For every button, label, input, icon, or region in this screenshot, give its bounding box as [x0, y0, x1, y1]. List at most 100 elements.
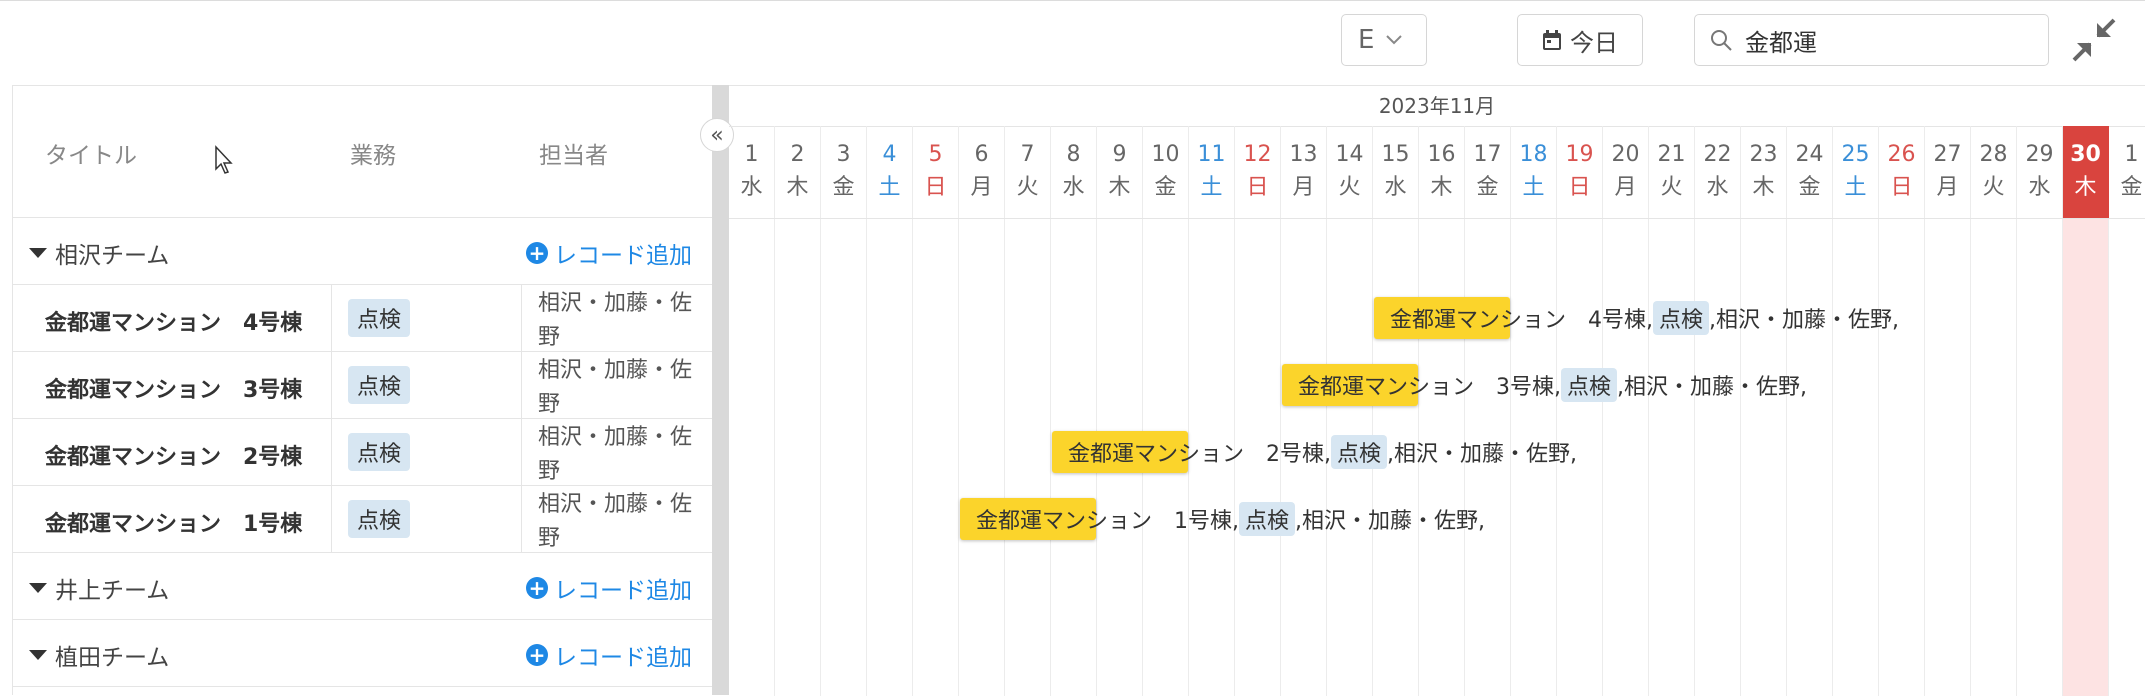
day-column: 8水 [1051, 126, 1097, 696]
weekday-label: 水 [740, 175, 763, 200]
weekday-label: 日 [1246, 175, 1269, 200]
column-title[interactable]: タイトル [45, 136, 137, 170]
weekday-label: 土 [1200, 175, 1223, 200]
plus-circle-icon: + [526, 242, 548, 264]
add-record-label: レコード追加 [554, 578, 692, 604]
day-number: 14 [1335, 142, 1364, 167]
group-toggle[interactable]: 井上チーム [29, 571, 169, 605]
day-column: 15 水 [1373, 126, 1419, 696]
table-row[interactable]: 金都運マンション 1号棟 点検 相沢・加藤・佐野 [13, 486, 712, 553]
bar-label-main: 金都運マンション 3号棟, [1298, 375, 1561, 400]
assignee-cell: 相沢・加藤・佐野 [538, 492, 693, 551]
day-number: 1 [2124, 142, 2139, 167]
bar-label-tail: ,相沢・加藤・佐野, [1295, 509, 1486, 534]
weekday-label: 月 [1292, 175, 1315, 200]
cell-divider [331, 285, 332, 351]
day-number: 22 [1703, 142, 1732, 167]
group-toggle[interactable]: 相沢チーム [29, 236, 169, 270]
gantt-bar-label: 金都運マンション 1号棟, 点検 ,相沢・加藤・佐野, [976, 498, 1485, 540]
day-number: 7 [1020, 142, 1035, 167]
caret-down-icon [29, 248, 47, 258]
mouse-cursor-icon [215, 145, 233, 174]
day-column: 11 土 [1189, 126, 1235, 696]
cell-divider [521, 352, 522, 418]
assignee-cell: 相沢・加藤・佐野 [538, 291, 693, 350]
panel-splitter[interactable] [712, 85, 729, 695]
add-record-link[interactable]: + レコード追加 [526, 571, 692, 605]
table-row[interactable]: 金都運マンション 2号棟 点検 相沢・加藤・佐野 [13, 419, 712, 486]
day-column: 12 日 [1235, 126, 1281, 696]
day-column: 1金 [2109, 126, 2145, 696]
column-assignee[interactable]: 担当者 [539, 136, 608, 170]
day-column: 20 月 [1603, 126, 1649, 696]
weekday-label: 水 [1706, 175, 1729, 200]
weekday-label: 金 [2120, 175, 2143, 200]
weekday-label: 金 [1476, 175, 1499, 200]
group-row[interactable]: 植田チーム + レコード追加 [13, 620, 712, 687]
view-mode-select[interactable]: E [1341, 14, 1427, 66]
weekday-label: 土 [878, 175, 901, 200]
weekday-label: 月 [1936, 175, 1959, 200]
caret-down-icon [29, 650, 47, 660]
task-tag: 点検 [348, 433, 411, 471]
add-record-link[interactable]: + レコード追加 [526, 638, 692, 672]
day-column: 30 木 [2063, 126, 2109, 696]
table-row[interactable]: 金都運マンション 3号棟 点検 相沢・加藤・佐野 [13, 352, 712, 419]
plus-circle-icon: + [526, 577, 548, 599]
table-header: タイトル 業務 担当者 [13, 86, 712, 218]
day-column: 7火 [1005, 126, 1051, 696]
table-row[interactable]: 金都運マンション 4号棟 点検 相沢・加藤・佐野 [13, 285, 712, 352]
day-column: 4土 [867, 126, 913, 696]
day-number: 29 [2025, 142, 2054, 167]
day-number: 19 [1565, 142, 1594, 167]
double-chevron-left-icon: « [710, 122, 724, 148]
weekday-label: 木 [1430, 175, 1453, 200]
bar-label-tail: ,相沢・加藤・佐野, [1387, 442, 1578, 467]
month-label: 2023年11月 [1378, 94, 1496, 118]
add-record-link[interactable]: + レコード追加 [526, 236, 692, 270]
group-name: 井上チーム [55, 578, 170, 604]
view-mode-value: E [1358, 25, 1375, 55]
task-tag: 点検 [348, 366, 411, 404]
day-column: 2木 [775, 126, 821, 696]
group-row[interactable]: 相沢チーム + レコード追加 [13, 218, 712, 285]
day-number: 9 [1112, 142, 1127, 167]
day-column: 1水 [729, 126, 775, 696]
day-number: 5 [928, 142, 943, 167]
weekday-label: 金 [832, 175, 855, 200]
weekday-label: 木 [2074, 175, 2097, 200]
search-box[interactable] [1694, 14, 2049, 66]
assignee-cell: 相沢・加藤・佐野 [538, 358, 693, 417]
day-number: 12 [1243, 142, 1272, 167]
bar-task-tag: 点検 [1331, 435, 1388, 469]
weekday-label: 日 [1568, 175, 1591, 200]
day-column: 16 木 [1419, 126, 1465, 696]
column-task[interactable]: 業務 [350, 136, 396, 170]
day-number: 13 [1289, 142, 1318, 167]
compress-icon [2072, 18, 2116, 62]
search-input[interactable] [1745, 26, 2025, 54]
header-divider [729, 218, 2145, 219]
group-name: 相沢チーム [55, 243, 170, 269]
day-column: 5日 [913, 126, 959, 696]
weekday-label: 火 [1016, 175, 1039, 200]
task-tag: 点検 [348, 299, 411, 337]
weekday-label: 木 [1752, 175, 1775, 200]
cell-divider [331, 419, 332, 485]
day-column: 25 土 [1833, 126, 1879, 696]
day-number: 30 [2070, 142, 2101, 167]
day-number: 28 [1979, 142, 2008, 167]
day-number: 23 [1749, 142, 1778, 167]
day-column: 9木 [1097, 126, 1143, 696]
today-button[interactable]: 今日 [1517, 14, 1643, 66]
group-name: 植田チーム [55, 645, 170, 671]
gantt-bar-label: 金都運マンション 3号棟, 点検 ,相沢・加藤・佐野, [1298, 364, 1807, 406]
group-toggle[interactable]: 植田チーム [29, 638, 169, 672]
collapse-fullscreen-button[interactable] [2068, 14, 2120, 66]
calendar-icon [1543, 30, 1561, 50]
day-number: 8 [1066, 142, 1081, 167]
group-row[interactable]: 井上チーム + レコード追加 [13, 553, 712, 620]
day-column: 10 金 [1143, 126, 1189, 696]
day-column: 21 火 [1649, 126, 1695, 696]
caret-down-icon [29, 583, 47, 593]
